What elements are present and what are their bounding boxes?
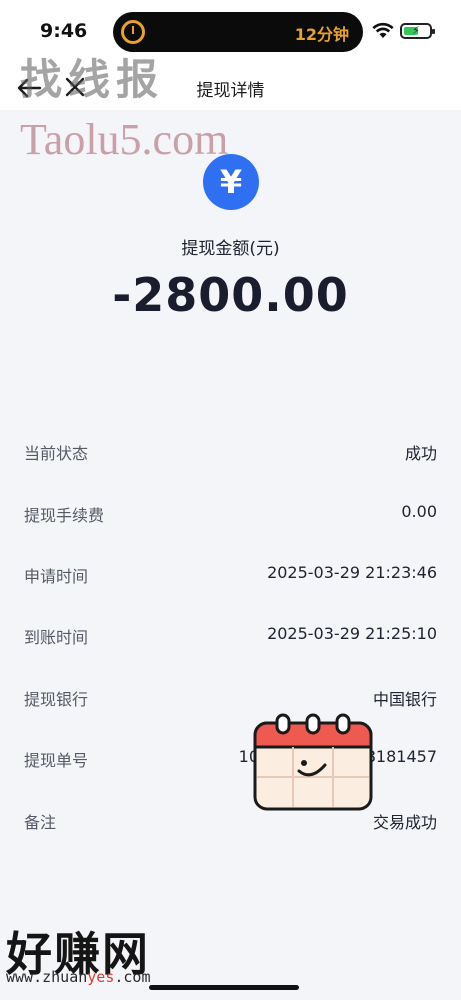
detail-value: 0.00 [401, 502, 437, 521]
detail-label: 提现银行 [24, 690, 89, 709]
detail-label: 到账时间 [24, 628, 89, 647]
detail-row-bank: 提现银行 中国银行 [24, 686, 437, 710]
detail-row-status: 当前状态 成功 [24, 440, 437, 464]
detail-value: 成功 [404, 444, 437, 463]
battery-charging-icon: ⚡ [400, 23, 435, 39]
detail-label: 申请时间 [24, 567, 89, 586]
home-indicator[interactable] [149, 985, 299, 990]
detail-value: 中国银行 [372, 690, 437, 709]
detail-label: 备注 [24, 813, 57, 832]
timer-icon [121, 20, 145, 44]
calendar-sticker-icon [253, 713, 373, 811]
watermark-bottom-url: www.zhuanyes.com [6, 968, 151, 986]
amount-label: 提现金额(元) [181, 239, 280, 259]
detail-row-order-number: 提现单号 10 8181457 [24, 747, 437, 771]
order-number-end: 8181457 [365, 747, 437, 766]
detail-label: 提现单号 [24, 751, 89, 770]
detail-value: 交易成功 [372, 813, 437, 832]
detail-value: 2025-03-29 21:23:46 [267, 563, 437, 582]
timer-text: 12分钟 [294, 25, 349, 44]
detail-row-fee: 提现手续费 0.00 [24, 502, 437, 526]
watermark-text: 找线报 [20, 55, 165, 104]
wifi-icon [372, 22, 394, 38]
detail-label: 当前状态 [24, 444, 89, 463]
status-time: 9:46 [40, 20, 88, 42]
yen-icon: ¥ [203, 154, 259, 210]
detail-row-apply-time: 申请时间 2025-03-29 21:23:46 [24, 563, 437, 587]
watermark-url: Taolu5.com [20, 115, 229, 164]
detail-row-arrival-time: 到账时间 2025-03-29 21:25:10 [24, 624, 437, 648]
amount-value: -2800.00 [112, 268, 349, 322]
detail-label: 提现手续费 [24, 506, 105, 525]
detail-value: 2025-03-29 21:25:10 [267, 624, 437, 643]
detail-row-remark: 备注 交易成功 [24, 809, 437, 833]
